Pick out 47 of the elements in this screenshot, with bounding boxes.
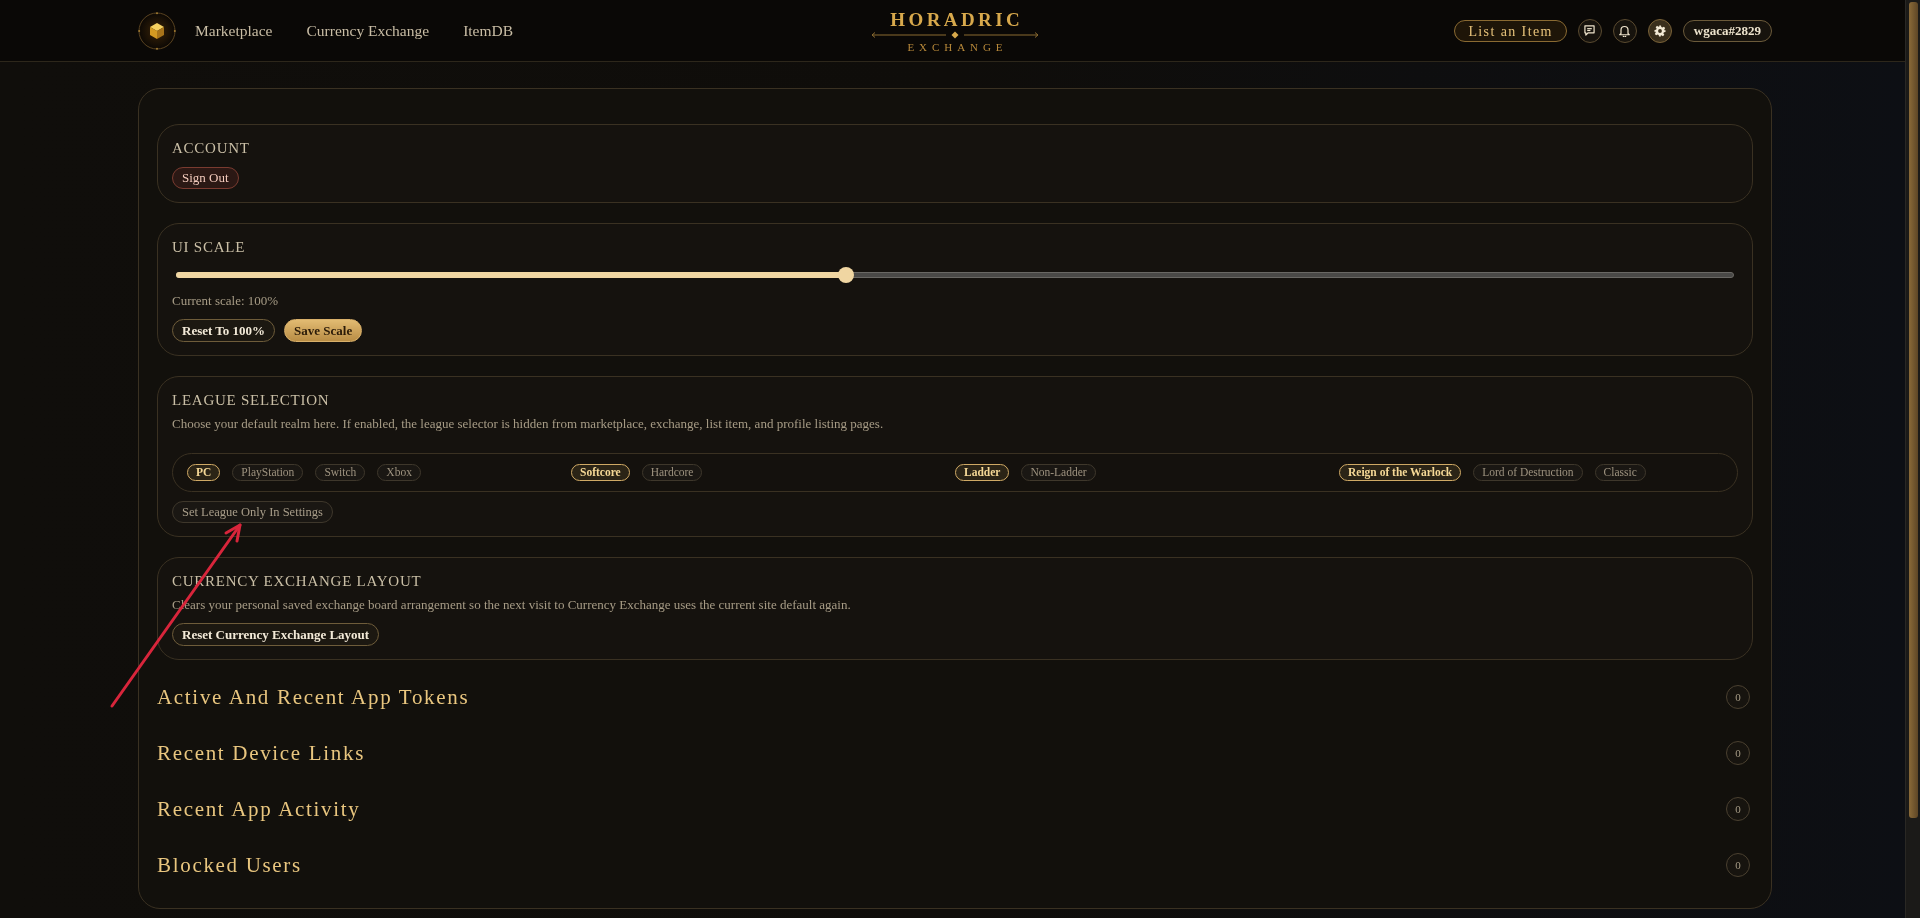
league-option-chip[interactable]: Lord of Destruction (1473, 464, 1583, 481)
count-badge: 0 (1726, 853, 1750, 877)
section-heading[interactable]: Active And Recent App Tokens (157, 683, 470, 711)
settings-button[interactable] (1647, 18, 1672, 43)
nav-link[interactable]: Currency Exchange (306, 18, 430, 43)
count-badge: 0 (1726, 741, 1750, 765)
league-option-chip[interactable]: Softcore (571, 464, 630, 481)
save-button[interactable]: Save Scale (284, 319, 363, 342)
section-heading[interactable]: Blocked Users (157, 851, 302, 879)
section-heading[interactable]: Recent App Activity (157, 795, 361, 823)
notifications-button[interactable] (1612, 18, 1637, 43)
slider-thumb[interactable] (837, 267, 854, 283)
league-option-chip[interactable]: PlayStation (232, 464, 304, 481)
bell-icon (1619, 24, 1631, 37)
cube-logo-icon[interactable] (138, 11, 176, 50)
toggle-button[interactable]: Set League Only In Settings (172, 501, 333, 523)
section-heading[interactable]: Recent Device Links (157, 739, 366, 767)
card-title: LEAGUE SELECTION (172, 391, 330, 410)
card-description: Choose your default realm here. If enabled, the league selector is hidden from marketplace, exchange, list item, and profile listing pages. (172, 415, 884, 433)
chat-bubble-icon (1584, 25, 1596, 36)
league-option-chip[interactable]: Reign of the Warlock (1339, 464, 1462, 481)
league-option-chip[interactable]: Xbox (377, 464, 421, 481)
settings-icon (1653, 24, 1666, 37)
reset-button[interactable]: Reset To 100% (172, 319, 276, 342)
nav-link[interactable]: ItemDB (463, 18, 514, 43)
scale-slider[interactable] (176, 267, 1734, 283)
league-option-chip[interactable]: Hardcore (641, 464, 703, 481)
league-option-chip[interactable]: Ladder (955, 464, 1010, 481)
count-badge: 0 (1726, 797, 1750, 821)
list-item-button[interactable]: List an Item (1454, 19, 1567, 42)
scale-reading: Current scale: 100% (172, 292, 279, 310)
card-title: ACCOUNT (172, 139, 250, 158)
scrollbar-thumb[interactable] (1908, 2, 1918, 818)
league-option-chip[interactable]: Classic (1594, 464, 1646, 481)
chat-button[interactable] (1577, 18, 1602, 43)
sign-out-button[interactable]: Sign Out (172, 167, 239, 189)
league-option-chip[interactable]: PC (187, 464, 221, 481)
card-title: UI SCALE (172, 238, 246, 257)
brand-subtitle: EXCHANGE (906, 39, 1008, 54)
reset-button[interactable]: Reset Currency Exchange Layout (172, 623, 380, 646)
ornament-divider-icon (870, 30, 1040, 39)
brand-title: HORADRIC (889, 9, 1024, 30)
league-option-chip[interactable]: Switch (315, 464, 366, 481)
count-badge: 0 (1726, 685, 1750, 709)
user-menu-button[interactable]: wgaca#2829 (1682, 19, 1772, 42)
league-option-chip[interactable]: Non-Ladder (1021, 464, 1096, 481)
nav-link[interactable]: Marketplace (195, 18, 273, 43)
